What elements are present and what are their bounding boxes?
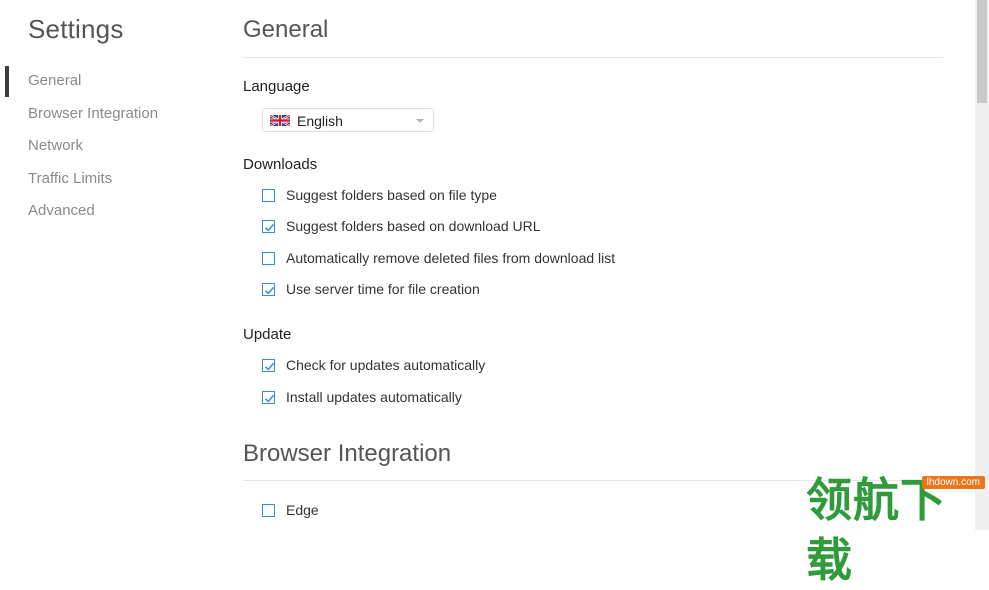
sidebar-item-general[interactable]: General [0, 65, 218, 98]
general-divider [243, 57, 943, 58]
checkbox-row-install-updates[interactable]: Install updates automatically [262, 387, 462, 407]
checkbox-row-server-time[interactable]: Use server time for file creation [262, 279, 480, 299]
checkbox-label: Check for updates automatically [286, 357, 486, 373]
checkbox[interactable] [262, 503, 275, 517]
chevron-down-icon [416, 119, 424, 123]
watermark: 领航下载 lhdown.com [806, 470, 989, 587]
checkbox-label: Install updates automatically [286, 389, 462, 405]
sidebar-item-advanced[interactable]: Advanced [0, 195, 218, 228]
vertical-scrollbar[interactable] [975, 0, 989, 530]
checkbox-row-check-updates[interactable]: Check for updates automatically [262, 355, 485, 375]
language-select[interactable]: English [262, 108, 434, 132]
downloads-label: Downloads [243, 156, 318, 173]
sidebar-item-network[interactable]: Network [0, 130, 218, 163]
checkbox-label: Edge [286, 502, 319, 518]
checkbox-row-edge[interactable]: Edge [262, 500, 319, 520]
checkbox[interactable] [262, 390, 275, 404]
checkmark-icon [264, 394, 275, 403]
checkmark-icon [264, 286, 275, 295]
browser-integration-section-title: Browser Integration [243, 440, 452, 467]
sidebar-item-browser-integration[interactable]: Browser Integration [0, 98, 218, 131]
checkbox-label: Use server time for file creation [286, 281, 480, 297]
checkmark-icon [264, 362, 275, 371]
settings-content: General Language English Downloads Sugge… [243, 0, 943, 530]
checkbox-row-suggest-by-file-type[interactable]: Suggest folders based on file type [262, 185, 497, 205]
sidebar-nav: General Browser Integration Network Traf… [0, 65, 218, 228]
checkbox[interactable] [262, 219, 275, 233]
language-label: Language [243, 78, 310, 95]
checkbox[interactable] [262, 282, 275, 296]
checkbox-label: Automatically remove deleted files from … [286, 250, 616, 266]
checkbox[interactable] [262, 358, 275, 372]
checkbox-row-suggest-by-url[interactable]: Suggest folders based on download URL [262, 216, 541, 236]
checkbox-label: Suggest folders based on file type [286, 187, 497, 203]
checkmark-icon [264, 223, 275, 232]
sidebar: Settings General Browser Integration Net… [0, 0, 215, 530]
sidebar-item-traffic-limits[interactable]: Traffic Limits [0, 163, 218, 196]
checkbox[interactable] [262, 188, 275, 202]
uk-flag-icon [270, 115, 290, 126]
checkbox-label: Suggest folders based on download URL [286, 218, 541, 234]
checkbox[interactable] [262, 251, 275, 265]
sidebar-title: Settings [28, 14, 124, 44]
language-selected-value: English [297, 113, 343, 129]
general-section-title: General [243, 16, 329, 43]
scrollbar-thumb[interactable] [977, 0, 987, 103]
watermark-tag: lhdown.com [921, 476, 985, 489]
update-label: Update [243, 326, 292, 343]
checkbox-row-auto-remove-deleted[interactable]: Automatically remove deleted files from … [262, 248, 615, 268]
